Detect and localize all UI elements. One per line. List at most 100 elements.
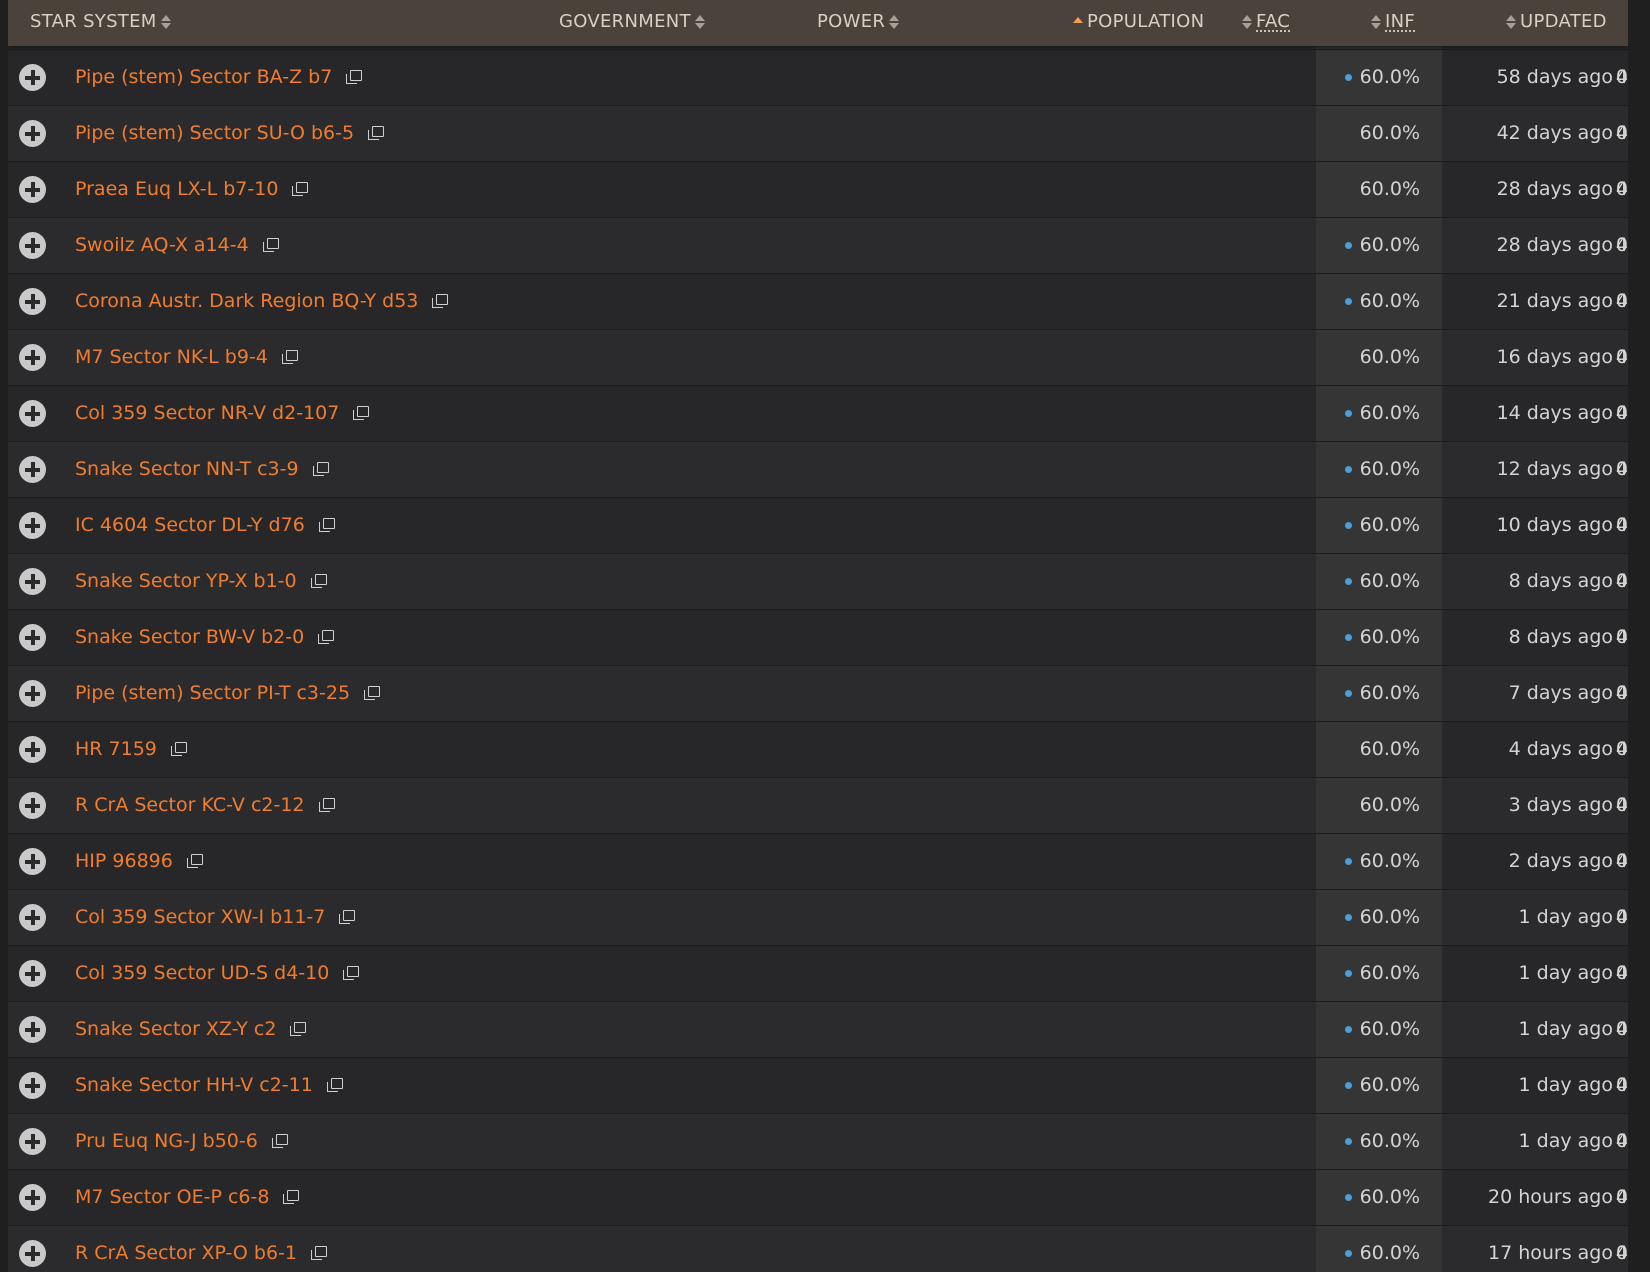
table-row[interactable]: Snake Sector XZ-Y c2 0 4 60.0% 1 day ago — [8, 1002, 1628, 1058]
expand-plus-icon[interactable] — [19, 1240, 46, 1267]
table-row[interactable]: Pipe (stem) Sector BA-Z b7 0 4 60.0% 58 days… — [8, 50, 1628, 106]
copy-icon[interactable] — [262, 238, 279, 252]
star-system-link[interactable]: Snake Sector BW-V b2-0 — [75, 610, 335, 665]
updated-time: 8 days ago — [1508, 570, 1613, 592]
column-header-power[interactable]: POWER — [817, 0, 903, 46]
expand-plus-icon[interactable] — [19, 1016, 46, 1043]
star-system-link[interactable]: Pipe (stem) Sector PI-T c3-25 — [75, 666, 381, 721]
expand-plus-icon[interactable] — [19, 1184, 46, 1211]
table-row[interactable]: Snake Sector BW-V b2-0 0 4 60.0% 8 days ago — [8, 610, 1628, 666]
column-header-star-system[interactable]: STAR SYSTEM — [30, 0, 175, 46]
star-system-link[interactable]: IC 4604 Sector DL-Y d76 — [75, 498, 335, 553]
star-system-link[interactable]: Snake Sector YP-X b1-0 — [75, 554, 327, 609]
expand-plus-icon[interactable] — [19, 456, 46, 483]
table-row[interactable]: M7 Sector OE-P c6-8 0 4 60.0% 20 hours ago — [8, 1170, 1628, 1226]
column-header-population[interactable]: POPULATION — [1069, 0, 1204, 46]
updated-time: 2 days ago — [1508, 850, 1613, 872]
influence-value: 60.0% — [1316, 946, 1442, 1001]
copy-icon[interactable] — [312, 462, 329, 476]
star-system-link[interactable]: HR 7159 — [75, 722, 187, 777]
influence-value: 60.0% — [1316, 1226, 1442, 1272]
copy-icon[interactable] — [290, 1022, 307, 1036]
column-header-inf[interactable]: INF — [1367, 0, 1415, 46]
table-row[interactable]: Col 359 Sector NR-V d2-107 0 4 60.0% 14 days… — [8, 386, 1628, 442]
table-row[interactable]: HIP 96896 0 4 60.0% 2 days ago — [8, 834, 1628, 890]
expand-plus-icon[interactable] — [19, 344, 46, 371]
table-row[interactable]: Col 359 Sector UD-S d4-10 0 4 60.0% 1 day ag… — [8, 946, 1628, 1002]
expand-plus-icon[interactable] — [19, 624, 46, 651]
star-system-link[interactable]: Praea Euq LX-L b7-10 — [75, 162, 309, 217]
star-system-link[interactable]: Col 359 Sector XW-I b11-7 — [75, 890, 356, 945]
copy-icon[interactable] — [283, 1190, 300, 1204]
copy-icon[interactable] — [318, 630, 335, 644]
expand-plus-icon[interactable] — [19, 120, 46, 147]
column-header-updated[interactable]: UPDATED — [1502, 0, 1607, 46]
copy-icon[interactable] — [271, 1134, 288, 1148]
table-row[interactable]: IC 4604 Sector DL-Y d76 0 4 60.0% 10 days ag… — [8, 498, 1628, 554]
table-row[interactable]: Swoilz AQ-X a14-4 0 4 60.0% 28 days ago — [8, 218, 1628, 274]
table-row[interactable]: R CrA Sector KC-V c2-12 0 4 60.0% 3 days ago — [8, 778, 1628, 834]
star-system-link[interactable]: M7 Sector NK-L b9-4 — [75, 330, 298, 385]
copy-icon[interactable] — [310, 574, 327, 588]
expand-plus-icon[interactable] — [19, 568, 46, 595]
table-row[interactable]: Praea Euq LX-L b7-10 0 4 60.0% 28 days ago — [8, 162, 1628, 218]
expand-plus-icon[interactable] — [19, 1072, 46, 1099]
influence-value: 60.0% — [1359, 346, 1420, 368]
table-header: STAR SYSTEM GOVERNMENT POWER POPULATION … — [8, 0, 1628, 46]
expand-plus-icon[interactable] — [19, 736, 46, 763]
star-system-link[interactable]: Snake Sector HH-V c2-11 — [75, 1058, 343, 1113]
star-system-link[interactable]: Pipe (stem) Sector BA-Z b7 — [75, 50, 363, 105]
table-row[interactable]: Pru Euq NG-J b50-6 0 4 60.0% 1 day ago — [8, 1114, 1628, 1170]
copy-icon[interactable] — [292, 182, 309, 196]
star-system-link[interactable]: Snake Sector XZ-Y c2 — [75, 1002, 307, 1057]
copy-icon[interactable] — [170, 742, 187, 756]
expand-plus-icon[interactable] — [19, 512, 46, 539]
table-row[interactable]: Pipe (stem) Sector PI-T c3-25 0 4 60.0% 7 da… — [8, 666, 1628, 722]
expand-plus-icon[interactable] — [19, 904, 46, 931]
copy-icon[interactable] — [281, 350, 298, 364]
table-row[interactable]: Col 359 Sector XW-I b11-7 0 4 60.0% 1 day ag… — [8, 890, 1628, 946]
influence-value: 60.0% — [1316, 274, 1442, 329]
expand-plus-icon[interactable] — [19, 232, 46, 259]
expand-plus-icon[interactable] — [19, 176, 46, 203]
star-system-link[interactable]: Col 359 Sector UD-S d4-10 — [75, 946, 360, 1001]
copy-icon[interactable] — [318, 518, 335, 532]
star-system-link[interactable]: Pru Euq NG-J b50-6 — [75, 1114, 288, 1169]
table-row[interactable]: Corona Austr. Dark Region BQ-Y d53 0 4 60.0… — [8, 274, 1628, 330]
expand-plus-icon[interactable] — [19, 1128, 46, 1155]
table-row[interactable]: Snake Sector HH-V c2-11 0 4 60.0% 1 day ago — [8, 1058, 1628, 1114]
star-system-link[interactable]: HIP 96896 — [75, 834, 203, 889]
sort-icon — [160, 13, 171, 31]
star-system-link[interactable]: Col 359 Sector NR-V d2-107 — [75, 386, 370, 441]
star-system-link[interactable]: Swoilz AQ-X a14-4 — [75, 218, 279, 273]
influence-value: 60.0% — [1316, 1002, 1442, 1057]
expand-plus-icon[interactable] — [19, 848, 46, 875]
table-row[interactable]: Pipe (stem) Sector SU-O b6-5 0 4 60.0% 42 da… — [8, 106, 1628, 162]
status-dot-icon — [1344, 1250, 1352, 1257]
table-row[interactable]: HR 7159 0 4 60.0% 4 days ago — [8, 722, 1628, 778]
influence-value: 60.0% — [1316, 834, 1442, 889]
copy-icon[interactable] — [311, 1246, 328, 1260]
column-header-government[interactable]: GOVERNMENT — [559, 0, 709, 46]
copy-icon[interactable] — [318, 798, 335, 812]
sort-ascending-icon — [1073, 13, 1083, 31]
table-row[interactable]: M7 Sector NK-L b9-4 0 4 60.0% 16 days ago — [8, 330, 1628, 386]
table-row[interactable]: Snake Sector YP-X b1-0 0 4 60.0% 8 days ago — [8, 554, 1628, 610]
expand-plus-icon[interactable] — [19, 288, 46, 315]
expand-plus-icon[interactable] — [19, 792, 46, 819]
influence-value: 60.0% — [1316, 50, 1442, 105]
star-system-link[interactable]: M7 Sector OE-P c6-8 — [75, 1170, 300, 1225]
table-row[interactable]: Snake Sector NN-T c3-9 0 4 60.0% 12 days ago — [8, 442, 1628, 498]
table-row[interactable]: R CrA Sector XP-O b6-1 0 4 60.0% 17 hours ag… — [8, 1226, 1628, 1272]
column-header-fac[interactable]: FAC — [1238, 0, 1290, 46]
expand-plus-icon[interactable] — [19, 680, 46, 707]
copy-icon[interactable] — [186, 854, 203, 868]
star-system-link[interactable]: Snake Sector NN-T c3-9 — [75, 442, 329, 497]
star-system-link[interactable]: R CrA Sector XP-O b6-1 — [75, 1226, 328, 1272]
star-system-link[interactable]: R CrA Sector KC-V c2-12 — [75, 778, 335, 833]
influence-value: 60.0% — [1359, 122, 1420, 144]
expand-plus-icon[interactable] — [19, 64, 46, 91]
expand-plus-icon[interactable] — [19, 960, 46, 987]
updated-time: 21 days ago — [1496, 290, 1613, 312]
expand-plus-icon[interactable] — [19, 400, 46, 427]
